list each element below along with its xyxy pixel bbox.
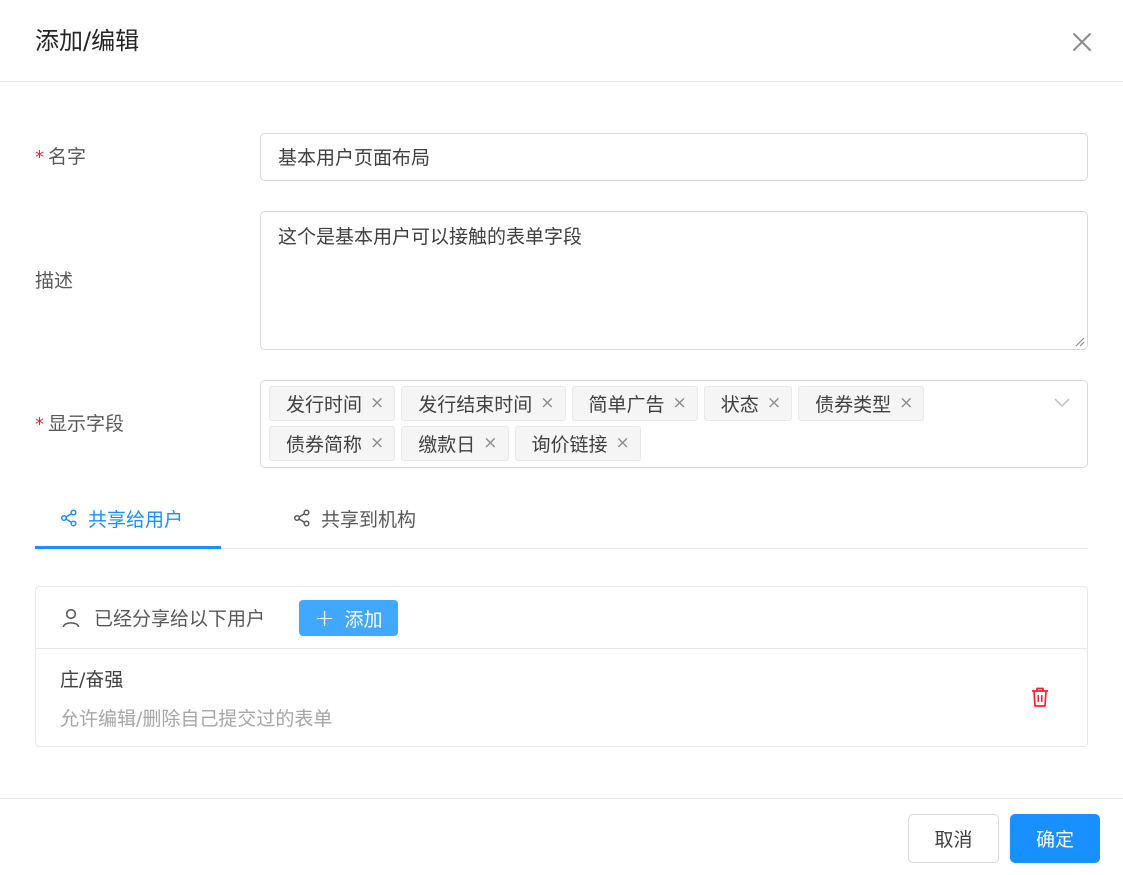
- modal-footer: 取消 确定: [0, 798, 1123, 875]
- modal-header: 添加/编辑: [0, 0, 1123, 82]
- tab-share-to-users[interactable]: 共享给用户: [60, 502, 183, 534]
- close-button[interactable]: [1068, 28, 1096, 56]
- trash-icon[interactable]: [1029, 686, 1051, 708]
- add-user-button[interactable]: + 添加: [299, 600, 398, 636]
- tag-remove-icon[interactable]: ×: [483, 435, 497, 452]
- tag-remove-icon[interactable]: ×: [370, 435, 384, 452]
- description-label: 描述: [35, 270, 74, 292]
- share-tabs: 共享给用户 共享到机构: [35, 490, 1088, 549]
- tag: 状态 ×: [703, 386, 793, 421]
- plus-icon: +: [314, 604, 335, 632]
- user-icon: [62, 608, 80, 628]
- chevron-down-icon[interactable]: [1053, 395, 1071, 409]
- shared-users-card: 已经分享给以下用户 + 添加 庄/奋强 允许编辑/删除自己提交过的表单: [35, 586, 1088, 747]
- tag-remove-icon[interactable]: ×: [767, 395, 781, 412]
- tag-remove-icon[interactable]: ×: [899, 395, 913, 412]
- tag: 简单广告 ×: [571, 386, 698, 421]
- required-mark: *: [35, 414, 44, 435]
- resize-grip-icon[interactable]: [1073, 335, 1085, 347]
- active-tab-indicator: [35, 546, 221, 549]
- tag: 发行结束时间 ×: [401, 386, 566, 421]
- shared-users-title: 已经分享给以下用户: [94, 608, 266, 630]
- fields-select[interactable]: 发行时间 × 发行结束时间 × 简单广告 × 状态 × 债券类型 × 债券简称 × 缴款日 ×…: [260, 380, 1088, 468]
- shared-user-permission: 允许编辑/删除自己提交过的表单: [60, 708, 333, 730]
- shared-user-name: 庄/奋强: [60, 669, 124, 691]
- shared-users-header: 已经分享给以下用户 + 添加: [36, 587, 1087, 649]
- close-icon: [1073, 33, 1091, 51]
- required-mark: *: [35, 147, 44, 168]
- share-icon: [293, 509, 310, 527]
- share-icon: [60, 509, 77, 527]
- modal-title: 添加/编辑: [35, 27, 140, 55]
- cancel-button[interactable]: 取消: [908, 814, 999, 863]
- tag: 债券类型 ×: [798, 386, 925, 421]
- tag: 发行时间 ×: [269, 386, 396, 421]
- description-textarea[interactable]: 这个是基本用户可以接触的表单字段: [260, 211, 1088, 350]
- tag: 缴款日 ×: [401, 426, 509, 461]
- fields-label: * 显示字段: [35, 413, 125, 435]
- ok-button[interactable]: 确定: [1010, 814, 1100, 863]
- tag-remove-icon[interactable]: ×: [673, 395, 687, 412]
- tag: 债券简称 ×: [269, 426, 396, 461]
- name-input[interactable]: 基本用户页面布局: [260, 133, 1088, 181]
- tag: 询价链接 ×: [514, 426, 641, 461]
- tab-share-to-org[interactable]: 共享到机构: [293, 502, 416, 534]
- tag-list: 发行时间 × 发行结束时间 × 简单广告 × 状态 × 债券类型 × 债券简称 × 缴款日 ×…: [269, 386, 1049, 461]
- tag-remove-icon[interactable]: ×: [540, 395, 554, 412]
- edit-modal: 添加/编辑 * 名字 基本用户页面布局 描述 这个是基本用户可以接触的表单字段 *…: [0, 0, 1123, 875]
- tag-remove-icon[interactable]: ×: [616, 435, 630, 452]
- tag-remove-icon[interactable]: ×: [370, 395, 384, 412]
- name-label: * 名字: [35, 146, 87, 168]
